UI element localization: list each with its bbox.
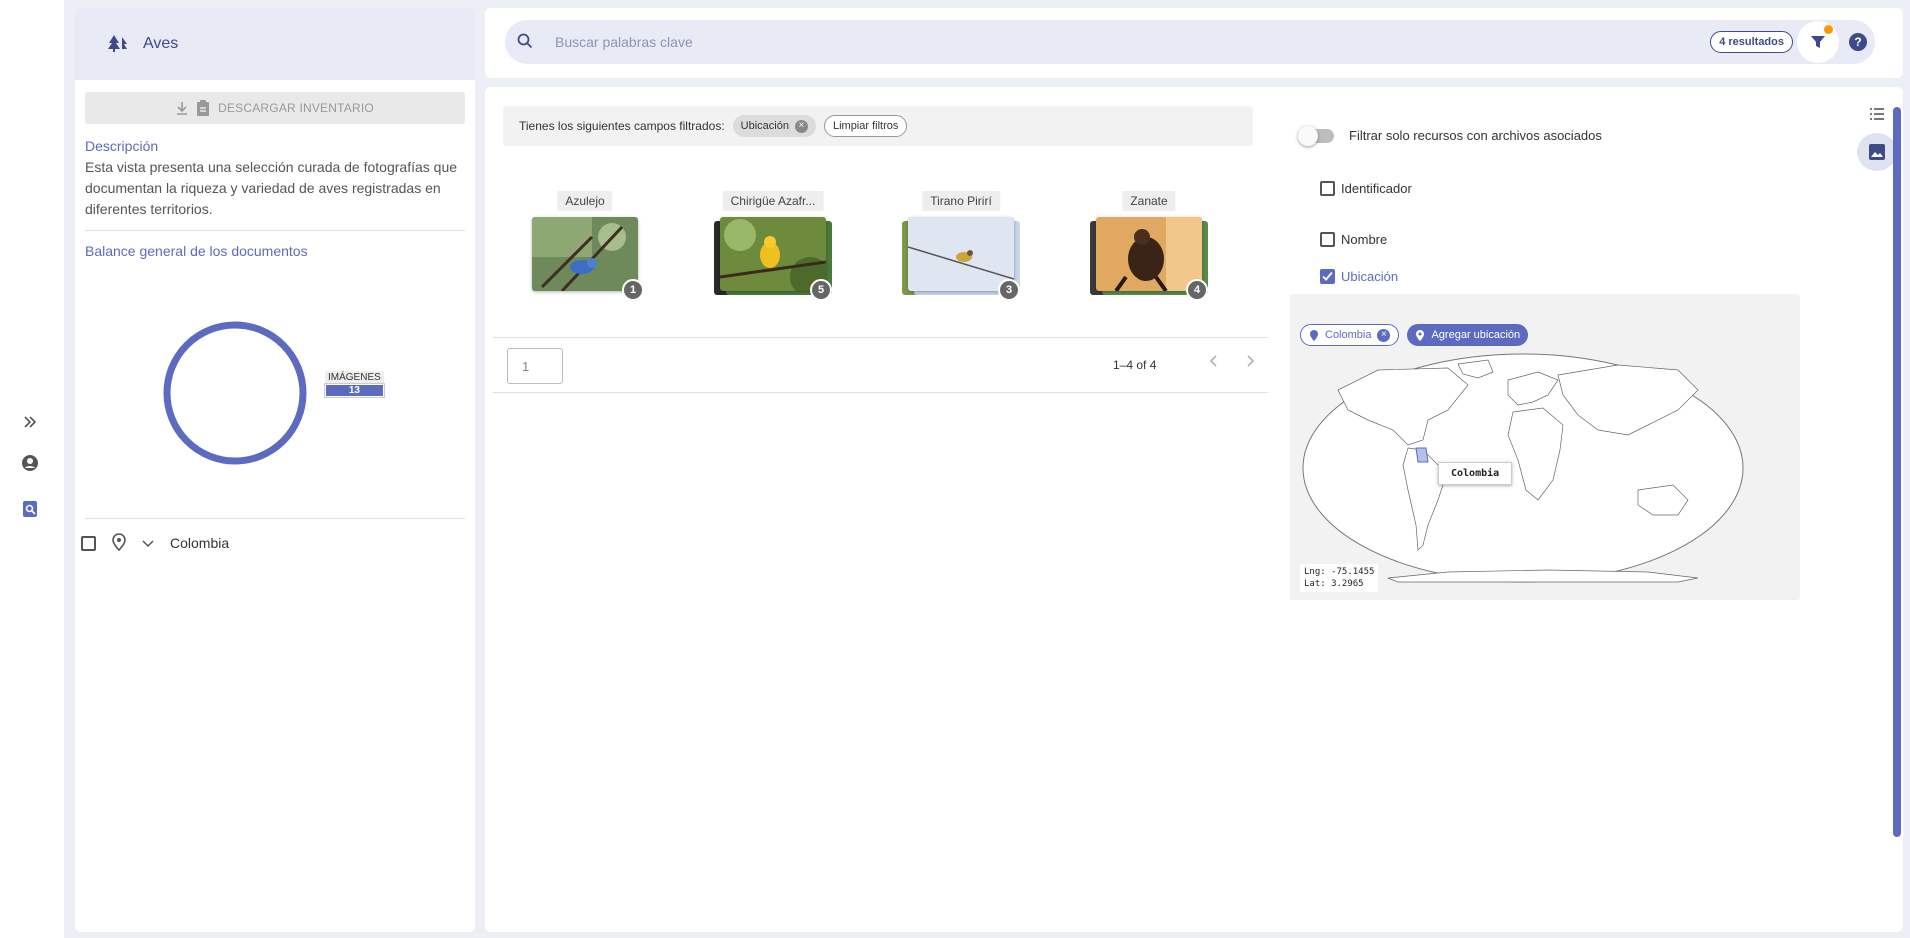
- add-location-icon: [1416, 330, 1425, 341]
- trees-icon: [107, 34, 129, 55]
- page-range: 1–4 of 4: [1113, 358, 1157, 372]
- balance-chart: IMÁGENES 13: [85, 259, 465, 519]
- description-title: Descripción: [85, 138, 159, 154]
- scrollbar[interactable]: [1893, 107, 1901, 837]
- card-count-badge: 1: [622, 279, 644, 301]
- card-count-badge: 4: [1186, 279, 1208, 301]
- location-chip-colombia[interactable]: Colombia ×: [1300, 324, 1400, 346]
- balance-title: Balance general de los documentos: [85, 243, 308, 259]
- card-title: Chirigüe Azafr...: [722, 191, 824, 211]
- add-location-label: Agregar ubicación: [1431, 329, 1521, 341]
- card-image-stack: 5: [714, 217, 832, 301]
- result-card[interactable]: Azulejo 1: [515, 191, 655, 301]
- card-count-badge: 5: [810, 279, 832, 301]
- gallery-view-icon[interactable]: [1857, 133, 1897, 171]
- option-ubicacion[interactable]: Ubicación: [1320, 269, 1398, 284]
- option-identificador[interactable]: Identificador: [1320, 181, 1412, 196]
- filters-prefix: Tienes los siguientes campos filtrados:: [519, 119, 725, 133]
- map-tooltip: Colombia: [1438, 462, 1513, 485]
- notification-dot: [1824, 25, 1833, 34]
- results-badge: 4 resultados: [1710, 31, 1793, 53]
- filter-chip-ubicacion[interactable]: Ubicación ×: [732, 115, 816, 137]
- remove-location-icon[interactable]: ×: [1377, 328, 1391, 342]
- clear-filters-button[interactable]: Limpiar filtros: [823, 115, 908, 137]
- option-checkbox-checked[interactable]: [1320, 269, 1335, 284]
- left-rail: [0, 0, 64, 938]
- download-label: DESCARGAR INVENTARIO: [218, 101, 374, 115]
- top-bar: 4 resultados ?: [485, 8, 1903, 78]
- chevron-left-icon[interactable]: [1209, 354, 1219, 372]
- account-icon[interactable]: [20, 453, 40, 473]
- bird-photo: [1096, 217, 1202, 291]
- add-location-button[interactable]: Agregar ubicación: [1407, 324, 1529, 346]
- donut-value: 13: [325, 384, 384, 397]
- main-panel: Tienes los siguientes campos filtrados: …: [485, 87, 1903, 932]
- bird-photo: [908, 217, 1014, 291]
- files-only-toggle[interactable]: [1298, 126, 1334, 146]
- location-edit-icon: [1310, 330, 1318, 341]
- donut-label: IMÁGENES: [325, 371, 384, 384]
- search-icon[interactable]: [517, 33, 533, 52]
- bird-photo: [720, 217, 826, 291]
- card-title: Zanate: [1122, 191, 1176, 211]
- filter-button[interactable]: [1797, 21, 1839, 63]
- files-only-label: Filtrar solo recursos con archivos asoci…: [1349, 128, 1602, 143]
- remove-filter-icon[interactable]: ×: [794, 119, 808, 133]
- option-label: Identificador: [1341, 181, 1412, 196]
- chevron-right-icon[interactable]: [1245, 354, 1255, 372]
- list-view-icon[interactable]: [1857, 95, 1897, 133]
- filter-icon: [1811, 36, 1825, 48]
- donut-ring: [163, 321, 307, 465]
- option-nombre[interactable]: Nombre: [1320, 232, 1387, 247]
- longitude-readout: Lng: -75.1455: [1304, 567, 1375, 577]
- collection-title: Aves: [143, 35, 179, 52]
- option-label: Nombre: [1341, 232, 1388, 247]
- search-input[interactable]: [555, 34, 1655, 50]
- chevron-down-icon[interactable]: [142, 535, 154, 551]
- search-document-icon[interactable]: [20, 499, 40, 519]
- sidebar: Aves DESCARGAR INVENTARIO Descripción Es…: [75, 8, 475, 932]
- result-card[interactable]: Zanate 4: [1079, 191, 1219, 301]
- result-card[interactable]: Tirano Pirirí 3: [891, 191, 1031, 301]
- download-inventory-button[interactable]: DESCARGAR INVENTARIO: [85, 92, 465, 124]
- help-icon[interactable]: ?: [1849, 33, 1867, 51]
- card-image-stack: 3: [902, 217, 1020, 301]
- coordinates-readout: Lng: -75.1455 Lat: 3.2965: [1300, 564, 1379, 592]
- clipboard-icon: [197, 100, 210, 116]
- description-text: Esta vista presenta una selección curada…: [85, 157, 465, 231]
- card-count-badge: 3: [998, 279, 1020, 301]
- active-filters-bar: Tienes los siguientes campos filtrados: …: [503, 106, 1253, 146]
- card-title: Tirano Pirirí: [922, 191, 1000, 211]
- sidebar-header: Aves: [75, 8, 475, 80]
- search-bar: 4 resultados ?: [505, 20, 1875, 64]
- expand-icon[interactable]: [20, 412, 40, 432]
- option-checkbox[interactable]: [1320, 232, 1335, 247]
- result-cards: Azulejo 1 Chirigüe Azafr... 5 Tirano Pir…: [515, 191, 1265, 301]
- tree-item-label: Colombia: [170, 535, 230, 551]
- latitude-readout: Lat: 3.2965: [1304, 579, 1364, 589]
- tree-checkbox[interactable]: [81, 535, 96, 551]
- card-image-stack: 4: [1090, 217, 1208, 301]
- bird-photo: [532, 217, 638, 291]
- location-chip-label: Colombia: [1325, 329, 1372, 341]
- tree-item-colombia[interactable]: Colombia: [75, 519, 475, 567]
- filter-chip-label: Ubicación: [740, 120, 789, 132]
- option-label: Ubicación: [1341, 269, 1399, 284]
- download-icon: [177, 102, 188, 115]
- world-map[interactable]: [1298, 350, 1748, 590]
- pagination: 1–4 of 4: [493, 337, 1268, 393]
- option-checkbox[interactable]: [1320, 181, 1335, 196]
- card-image-stack: 1: [532, 217, 644, 301]
- result-card[interactable]: Chirigüe Azafr... 5: [703, 191, 843, 301]
- page-input[interactable]: [507, 348, 563, 384]
- location-map-panel: Colombia × Agregar ubicación Colombia Ln…: [1290, 294, 1800, 600]
- card-title: Azulejo: [557, 191, 613, 211]
- location-pin-icon: [112, 532, 126, 554]
